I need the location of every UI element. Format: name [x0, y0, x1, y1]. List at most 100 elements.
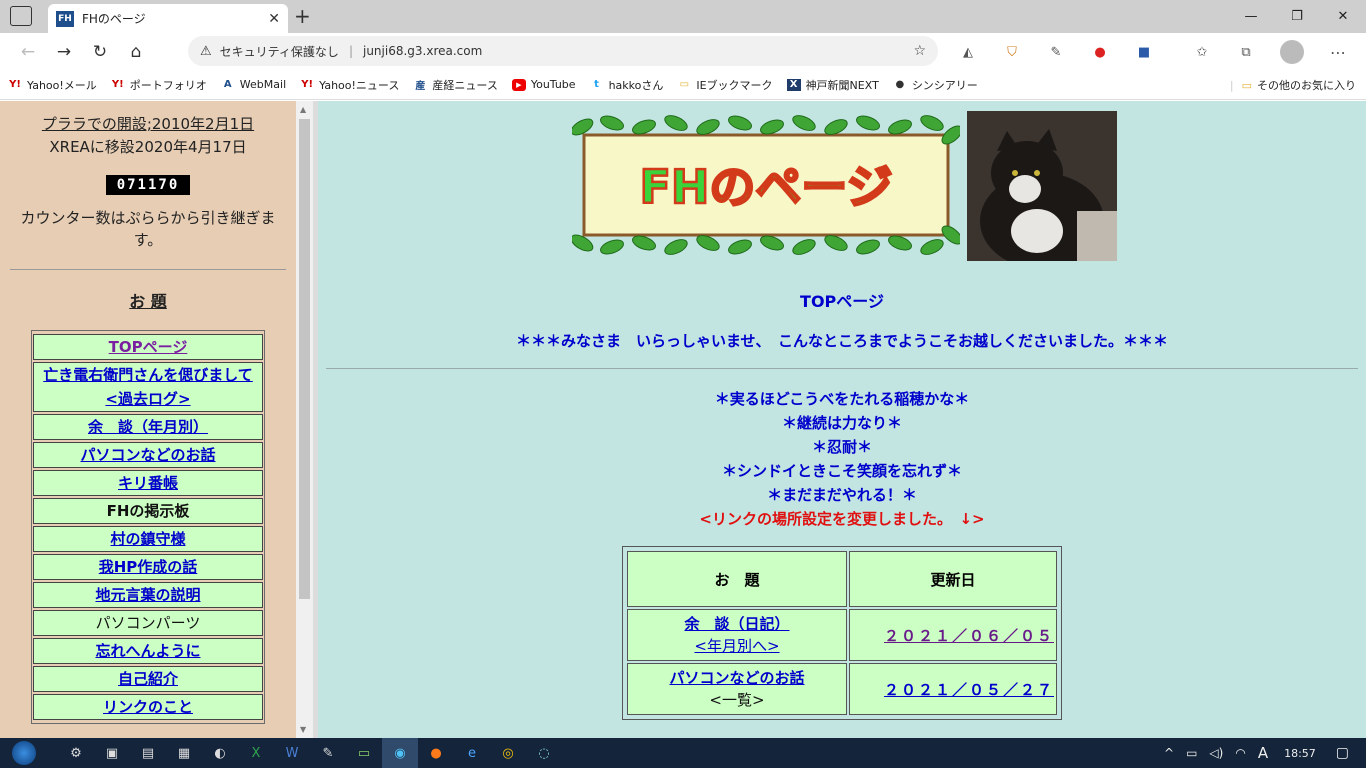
visitor-counter: 071170: [106, 175, 190, 195]
scroll-down-icon[interactable]: ▼: [300, 725, 306, 734]
row-title-link[interactable]: 余 談（日記）: [628, 613, 846, 635]
taskbar-excel-icon[interactable]: X: [238, 738, 274, 768]
moved-date: XREAに移設2020年4月17日: [49, 138, 247, 156]
row-sub-link[interactable]: <年月別へ>: [628, 635, 846, 657]
notification-icon[interactable]: ▢: [1336, 745, 1349, 761]
taskbar-firefox-icon[interactable]: ●: [418, 738, 454, 768]
taskbar-word-icon[interactable]: W: [274, 738, 310, 768]
favorite-star-icon[interactable]: ☆: [913, 43, 926, 59]
bookmark-portfolio[interactable]: Y! ポートフォリオ: [111, 77, 207, 93]
bookmark-yahoo-mail[interactable]: Y! Yahoo!メール: [8, 77, 97, 93]
sidebar-item-hp-making[interactable]: 我HP作成の話: [33, 554, 263, 580]
yahoo-icon: Y!: [301, 79, 314, 90]
extension-red-icon[interactable]: ●: [1088, 40, 1112, 64]
taskbar-ie-icon[interactable]: e: [454, 738, 490, 768]
bookmark-label: IEブックマーク: [696, 78, 773, 92]
sidebar-item-memorial[interactable]: 亡き電右衛門さんを偲びまして<過去ログ>: [33, 362, 263, 412]
extension-shield-icon[interactable]: ⛉: [1000, 40, 1024, 64]
favorites-icon[interactable]: ✩: [1190, 40, 1214, 64]
forward-icon[interactable]: →: [46, 37, 82, 67]
read-aloud-icon[interactable]: ◭: [956, 40, 980, 64]
sidebar-item-links[interactable]: リンクのこと: [33, 694, 263, 720]
bookmark-yahoo-news[interactable]: Y! Yahoo!ニュース: [300, 77, 399, 93]
bookmark-hakko[interactable]: t hakkoさん: [590, 77, 663, 93]
opened-date[interactable]: プララでの開設;2010年2月1日: [0, 113, 296, 134]
counter-note: カウンター数はぷららから引き継ぎます。: [20, 209, 276, 249]
taskbar-settings-icon[interactable]: ⚙: [58, 738, 94, 768]
bookmark-other-favorites[interactable]: | ▭ その他のお気に入り: [1230, 70, 1356, 100]
title-bar: FH FHのページ ✕ + — ❐ ✕: [0, 0, 1366, 33]
sidebar-item-top[interactable]: TOPページ: [33, 334, 263, 360]
browser-tab[interactable]: FH FHのページ ✕: [48, 4, 288, 33]
sidebar-item-shrine[interactable]: 村の鎮守様: [33, 526, 263, 552]
scroll-up-icon[interactable]: ▲: [300, 105, 306, 114]
table-row: 余 談（日記） <年月別へ> ２０２１／０６／０５: [627, 609, 1057, 661]
minimize-icon[interactable]: —: [1228, 0, 1274, 33]
taskbar-calculator-icon[interactable]: ▦: [166, 738, 202, 768]
window-close-icon[interactable]: ✕: [1320, 0, 1366, 33]
taskbar-game-icon[interactable]: ◐: [202, 738, 238, 768]
ime-indicator[interactable]: A: [1258, 744, 1268, 762]
tray-expand-icon[interactable]: ^: [1164, 746, 1174, 760]
new-tab-icon[interactable]: +: [294, 4, 311, 28]
bookmark-webmail[interactable]: A WebMail: [221, 78, 286, 91]
bookmark-ie-folder[interactable]: ▭ IEブックマーク: [677, 77, 773, 93]
close-tab-icon[interactable]: ✕: [268, 11, 280, 27]
bookmark-label: 産経ニュース: [432, 78, 498, 92]
restore-icon[interactable]: ❐: [1274, 0, 1320, 33]
volume-icon[interactable]: ◁): [1209, 746, 1223, 760]
sidebar-item-kiriban[interactable]: キリ番帳: [33, 470, 263, 496]
more-menu-icon[interactable]: ⋯: [1326, 40, 1350, 64]
link-notice: <リンクの場所設定を変更しました。 ↓>: [699, 510, 985, 528]
logo-text: FHのページ: [639, 160, 892, 214]
tab-actions-icon[interactable]: [10, 6, 32, 26]
bookmark-youtube[interactable]: ▶ YouTube: [511, 78, 576, 91]
row-date-link[interactable]: ２０２１／０５／２７: [849, 663, 1057, 715]
main-frame: FHのページ TOPページ ＊＊＊みなさま いらっしゃいませ、 こんなところまで…: [318, 101, 1366, 738]
profile-avatar[interactable]: [1280, 40, 1304, 64]
windows-logo-icon: [12, 741, 36, 765]
taskbar-edge-icon[interactable]: ◉: [382, 738, 418, 768]
bookmark-label: 神戸新聞NEXT: [805, 78, 879, 92]
clock[interactable]: 18:57: [1284, 747, 1316, 760]
collections-icon[interactable]: ⧉: [1234, 40, 1258, 64]
taskbar-app-icon[interactable]: ▤: [130, 738, 166, 768]
warning-icon[interactable]: ⚠: [200, 44, 212, 59]
bookmark-sankei[interactable]: 産産経ニュース: [413, 77, 497, 93]
taskbar-explorer-icon[interactable]: ▣: [94, 738, 130, 768]
sidebar-item-pc-talk[interactable]: パソコンなどのお話: [33, 442, 263, 468]
bookmark-sincereal[interactable]: ● シンシアリー: [893, 77, 977, 93]
taskbar-terminal-icon[interactable]: ▭: [346, 738, 382, 768]
bookmark-label: その他のお気に入り: [1257, 79, 1356, 92]
sidebar-item-bbs: FHの掲示板: [33, 498, 263, 524]
scrollbar-thumb[interactable]: [299, 119, 310, 599]
sidebar-item-digression[interactable]: 余 談（年月別）: [33, 414, 263, 440]
address-separator: |: [348, 44, 353, 58]
sidebar-item-memo[interactable]: 忘れへんように: [33, 638, 263, 664]
taskbar-app2-icon[interactable]: ◌: [526, 738, 562, 768]
security-label[interactable]: セキュリティ保護なし: [220, 43, 339, 60]
main-divider: [326, 368, 1358, 369]
url-text[interactable]: junji68.g3.xrea.com: [363, 44, 482, 58]
row-title-link[interactable]: パソコンなどのお話: [628, 667, 846, 689]
extension-pen-icon[interactable]: ✎: [1044, 40, 1068, 64]
wifi-icon[interactable]: ◠: [1235, 746, 1245, 760]
start-button[interactable]: [0, 738, 48, 768]
taskbar: ⚙ ▣ ▤ ▦ ◐ X W ✎ ▭ ◉ ● e ◎ ◌ ^ ▭ ◁) ◠ A 1…: [0, 738, 1366, 768]
row-date-link[interactable]: ２０２１／０６／０５: [849, 609, 1057, 661]
address-bar[interactable]: ⚠ セキュリティ保護なし | junji68.g3.xrea.com ☆: [188, 36, 938, 66]
taskbar-paint-icon[interactable]: ✎: [310, 738, 346, 768]
table-header-topic: お 題: [627, 551, 847, 607]
extension-blue-icon[interactable]: ■: [1132, 40, 1156, 64]
refresh-icon[interactable]: ↻: [82, 37, 118, 67]
home-icon[interactable]: ⌂: [118, 37, 154, 67]
sidebar-scrollbar[interactable]: ▲ ▼: [296, 101, 313, 738]
kobe-icon: X: [786, 78, 801, 91]
bookmarks-separator: |: [1229, 78, 1234, 92]
sidebar-item-dialect[interactable]: 地元言葉の説明: [33, 582, 263, 608]
back-icon[interactable]: ←: [10, 37, 46, 67]
bookmark-kobe[interactable]: X 神戸新聞NEXT: [786, 77, 879, 93]
sidebar-item-profile[interactable]: 自己紹介: [33, 666, 263, 692]
taskbar-chrome-icon[interactable]: ◎: [490, 738, 526, 768]
battery-icon[interactable]: ▭: [1186, 746, 1197, 760]
